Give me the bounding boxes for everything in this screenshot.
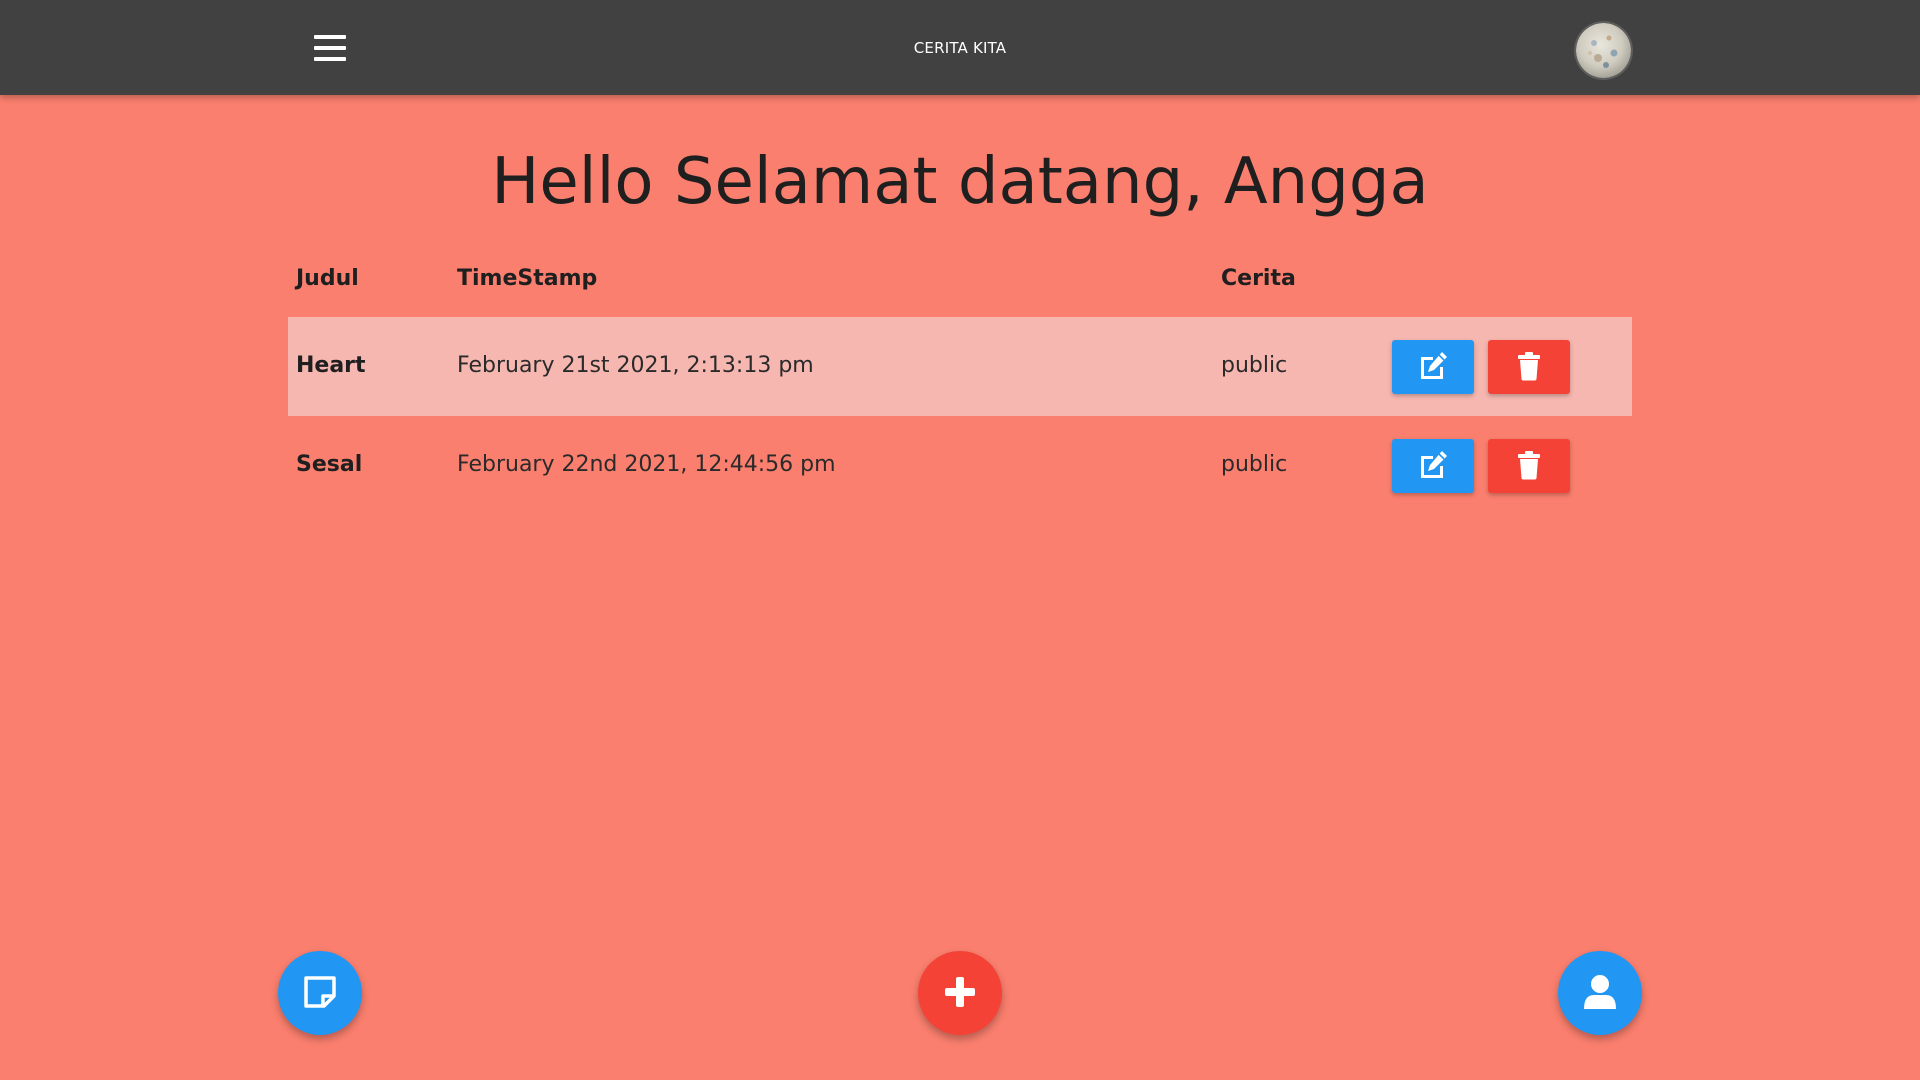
- user-icon: [1583, 974, 1617, 1013]
- story-title: Heart: [296, 353, 366, 378]
- top-navbar: CERITA KITA: [0, 0, 1920, 95]
- table-header: Judul TimeStamp Cerita: [288, 250, 1632, 317]
- delete-button[interactable]: [1488, 439, 1570, 493]
- column-header-cerita: Cerita: [1221, 266, 1296, 291]
- edit-button[interactable]: [1392, 439, 1474, 493]
- column-header-timestamp: TimeStamp: [457, 266, 598, 291]
- add-story-fab-button[interactable]: [918, 951, 1002, 1035]
- table-row: Heart February 21st 2021, 2:13:13 pm pub…: [288, 317, 1632, 416]
- app-title[interactable]: CERITA KITA: [0, 38, 1920, 58]
- story-title: Sesal: [296, 452, 363, 477]
- page-title: Hello Selamat datang, Angga: [491, 145, 1429, 219]
- edit-button[interactable]: [1392, 340, 1474, 394]
- trash-icon: [1516, 450, 1542, 483]
- notes-fab-button[interactable]: [278, 951, 362, 1035]
- story-timestamp: February 21st 2021, 2:13:13 pm: [457, 353, 814, 378]
- note-icon: [302, 974, 338, 1013]
- column-header-judul: Judul: [296, 266, 359, 291]
- edit-icon: [1417, 450, 1449, 483]
- story-visibility: public: [1221, 452, 1288, 477]
- profile-fab-button[interactable]: [1558, 951, 1642, 1035]
- user-avatar[interactable]: [1576, 23, 1631, 78]
- trash-icon: [1516, 351, 1542, 384]
- plus-icon: [943, 975, 977, 1012]
- story-visibility: public: [1221, 353, 1288, 378]
- edit-icon: [1417, 351, 1449, 384]
- delete-button[interactable]: [1488, 340, 1570, 394]
- story-timestamp: February 22nd 2021, 12:44:56 pm: [457, 452, 836, 477]
- table-row: Sesal February 22nd 2021, 12:44:56 pm pu…: [288, 416, 1632, 515]
- stories-table: Judul TimeStamp Cerita Heart February 21…: [288, 250, 1632, 515]
